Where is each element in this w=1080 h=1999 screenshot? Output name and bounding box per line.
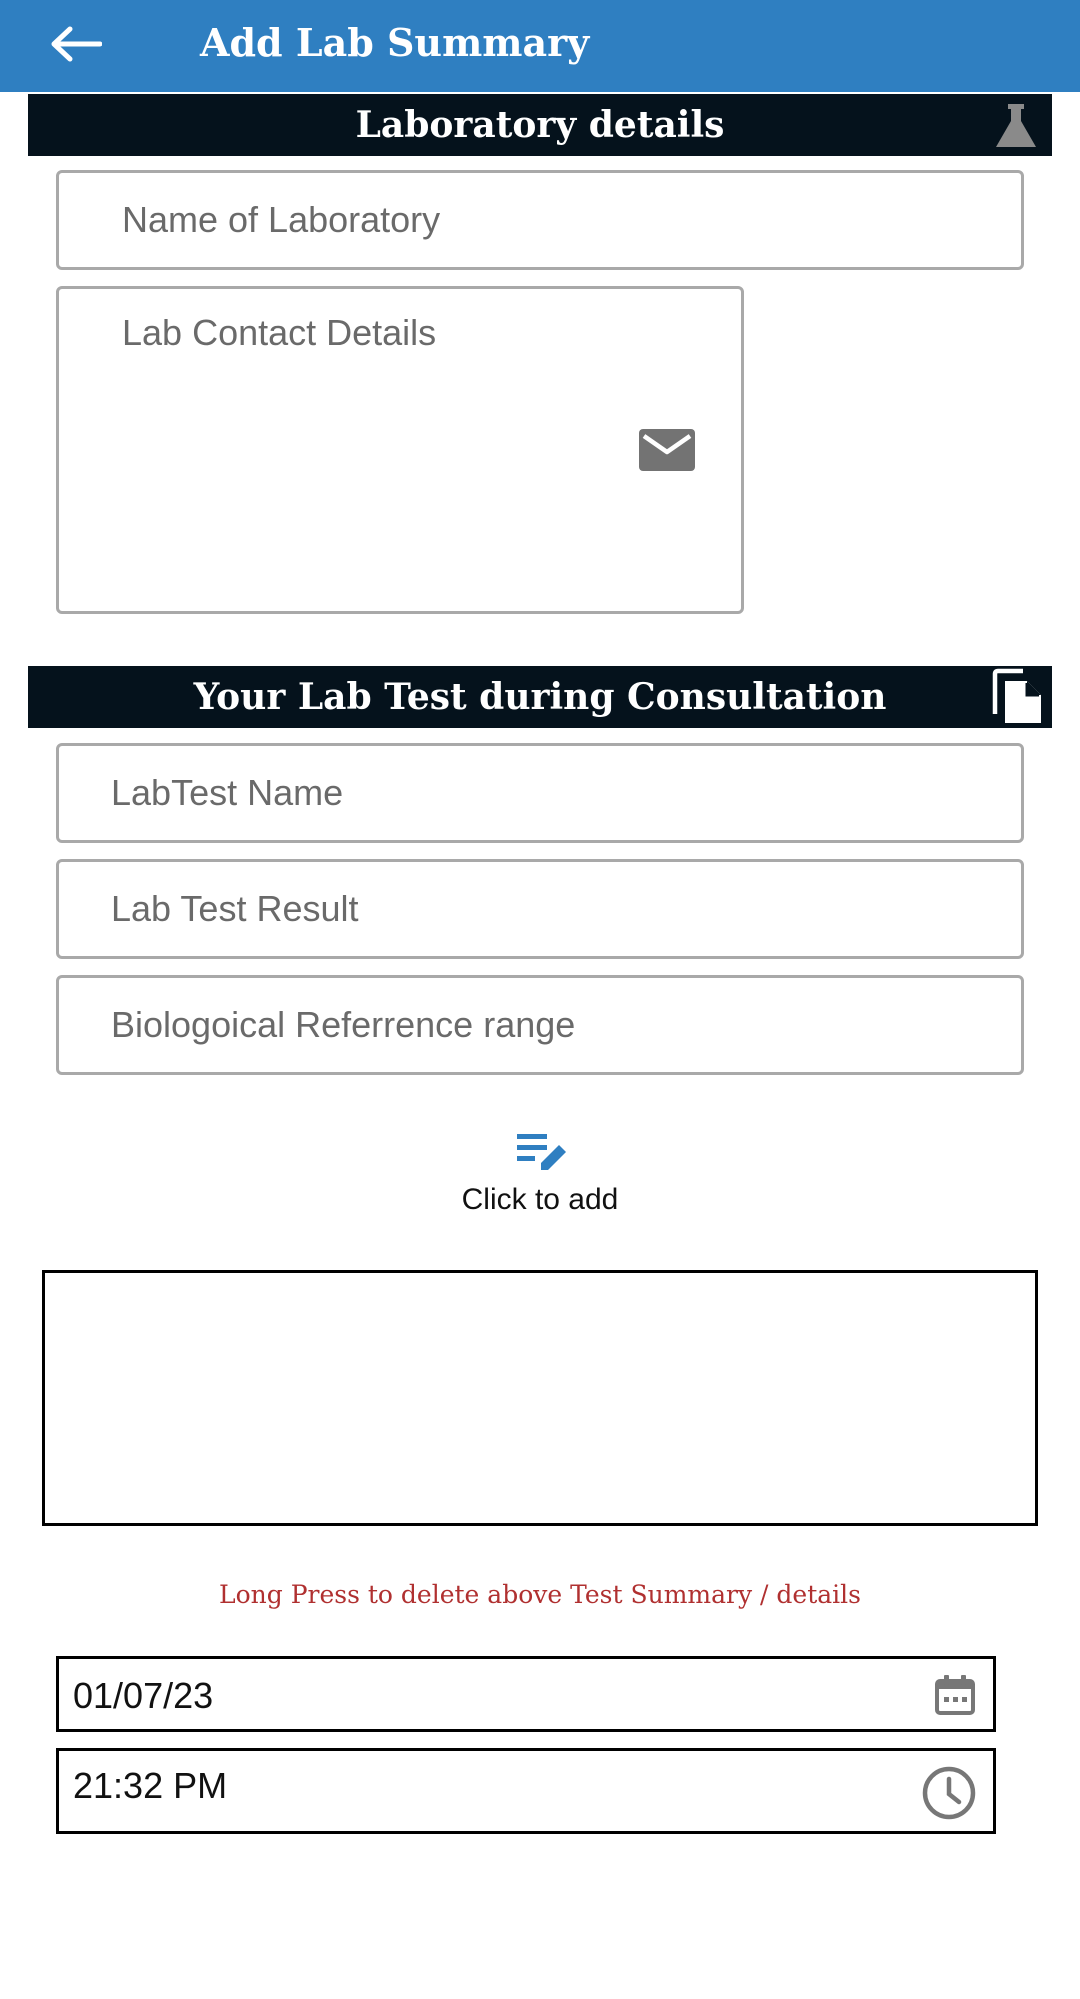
edit-list-icon xyxy=(515,1130,569,1179)
copy-icon[interactable] xyxy=(988,668,1046,726)
delete-hint: Long Press to delete above Test Summary … xyxy=(219,1580,861,1609)
page-title: Add Lab Summary xyxy=(200,20,590,65)
click-to-add-label: Click to add xyxy=(461,1183,619,1216)
reference-range-field[interactable]: Biologoical Referrence range xyxy=(56,975,1024,1075)
app-bar: Add Lab Summary xyxy=(0,0,1080,92)
lab-test-result-field[interactable]: Lab Test Result xyxy=(56,859,1024,959)
lab-contact-placeholder: Lab Contact Details xyxy=(122,312,437,353)
clock-icon[interactable] xyxy=(921,1765,977,1821)
lab-test-name-field[interactable]: LabTest Name xyxy=(56,743,1024,843)
section-header-laboratory: Laboratory details xyxy=(28,94,1052,156)
reference-range-placeholder: Biologoical Referrence range xyxy=(111,1004,576,1045)
arrow-left-icon xyxy=(50,26,103,67)
date-field[interactable]: 01/07/23 xyxy=(56,1656,996,1732)
calendar-icon[interactable] xyxy=(933,1673,977,1717)
time-field[interactable]: 21:32 PM xyxy=(56,1748,996,1834)
click-to-add-button[interactable]: Click to add xyxy=(0,1130,1080,1217)
envelope-icon[interactable] xyxy=(639,429,695,476)
lab-test-result-placeholder: Lab Test Result xyxy=(111,888,359,929)
test-summary-box[interactable] xyxy=(42,1270,1038,1526)
section-title: Laboratory details xyxy=(355,104,725,146)
lab-name-placeholder: Name of Laboratory xyxy=(122,199,441,240)
section-header-lab-test: Your Lab Test during Consultation xyxy=(28,666,1052,728)
section-title: Your Lab Test during Consultation xyxy=(193,676,887,718)
lab-name-field[interactable]: Name of Laboratory xyxy=(56,170,1024,270)
time-value: 21:32 PM xyxy=(73,1765,228,1806)
lab-contact-field[interactable]: Lab Contact Details xyxy=(56,286,744,614)
back-button[interactable] xyxy=(40,16,112,76)
lab-test-name-placeholder: LabTest Name xyxy=(111,772,344,813)
date-value: 01/07/23 xyxy=(73,1675,214,1716)
flask-icon xyxy=(990,100,1042,152)
